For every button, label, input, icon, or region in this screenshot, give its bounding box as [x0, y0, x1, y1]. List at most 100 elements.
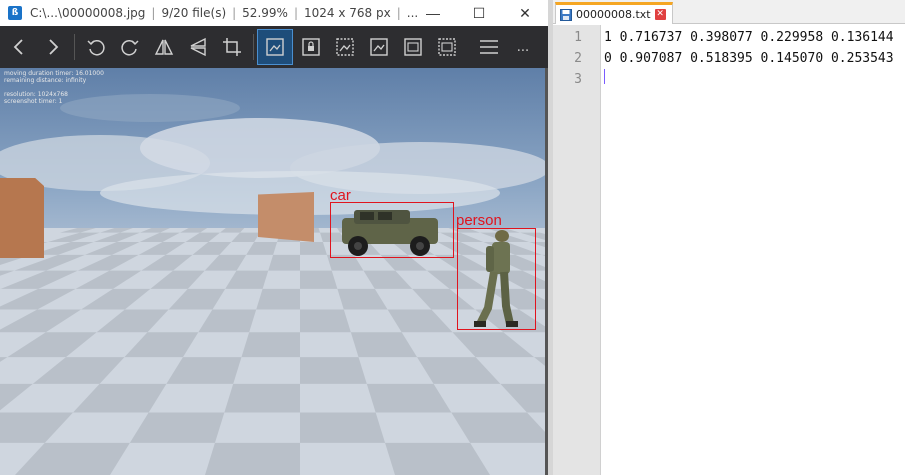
floor-tile — [231, 232, 260, 243]
app-icon: ß — [8, 6, 22, 20]
floor-tile — [417, 357, 501, 384]
minimize-button[interactable]: — — [410, 0, 456, 26]
code-area[interactable]: 1 0.716737 0.398077 0.229958 0.136144 0 … — [601, 25, 905, 475]
floor-tile — [77, 254, 139, 271]
floor-tile — [198, 309, 257, 333]
maximize-button[interactable]: ☐ — [456, 0, 502, 26]
bbox-person — [457, 228, 536, 330]
floor-tile — [219, 228, 245, 233]
toolbar-divider — [253, 34, 254, 60]
bbox-car — [330, 202, 454, 258]
more-button[interactable]: ... — [506, 30, 540, 64]
floor-tile — [124, 332, 199, 358]
floor-tile — [96, 309, 169, 333]
code-line[interactable]: 1 0.716737 0.398077 0.229958 0.136144 — [604, 27, 894, 48]
floor-tile — [300, 412, 386, 443]
floor-tile — [0, 412, 74, 443]
floor-tile — [0, 383, 33, 411]
bbox-label-person: person — [456, 212, 502, 229]
floor-tile — [241, 332, 300, 358]
floor-tile — [366, 383, 452, 413]
floor-tile — [300, 357, 367, 384]
floor-tile — [129, 412, 225, 443]
flip-horizontal-icon — [154, 39, 174, 55]
floor-tile — [452, 332, 535, 358]
floor-tile — [185, 232, 220, 243]
floor-tile — [300, 309, 351, 333]
bbox-label-car: car — [330, 187, 351, 204]
editor-tabbar: 00000008.txt ✕ — [553, 0, 905, 24]
floor-tile — [350, 332, 418, 358]
floor-tile — [0, 270, 78, 289]
floor-tile — [500, 383, 545, 413]
floor-tile — [47, 232, 100, 243]
lock-button[interactable] — [294, 30, 328, 64]
tab-file[interactable]: 00000008.txt ✕ — [555, 2, 673, 24]
text-caret — [604, 69, 605, 84]
lock-icon — [302, 38, 320, 56]
viewer-titlebar: ß C:\...\00000008.jpg | 9/20 file(s) | 52.99… — [0, 0, 548, 26]
floor-tile — [268, 254, 300, 271]
title-dimensions: 1024 x 768 px — [303, 6, 391, 20]
rotate-left-icon — [87, 40, 105, 56]
floor-tile — [93, 232, 140, 243]
next-button[interactable] — [36, 30, 70, 64]
flip-vertical-button[interactable] — [181, 30, 215, 64]
floor-tile — [534, 357, 545, 366]
floor-tile — [0, 357, 8, 362]
image-b-button[interactable] — [362, 30, 396, 64]
title-file: C:\...\00000008.jpg — [30, 6, 146, 20]
floor-tile — [246, 242, 278, 255]
flip-horizontal-button[interactable] — [147, 30, 181, 64]
image-a-button[interactable] — [328, 30, 362, 64]
rotate-right-button[interactable] — [113, 30, 147, 64]
rotate-left-button[interactable] — [79, 30, 113, 64]
prev-icon — [13, 39, 23, 55]
crop-button[interactable] — [215, 30, 249, 64]
image-d-button[interactable] — [430, 30, 464, 64]
image-canvas[interactable]: moving duration timer: 16.01000 remainin… — [0, 68, 545, 475]
tab-close-icon[interactable]: ✕ — [654, 9, 666, 20]
floor-tile — [7, 332, 97, 358]
fit-image-icon — [266, 38, 284, 56]
image-viewer-window: ß C:\...\00000008.jpg | 9/20 file(s) | 52.99… — [0, 0, 548, 475]
floor-tile — [168, 288, 226, 310]
image-d-icon — [438, 38, 456, 56]
tab-label: 00000008.txt — [576, 8, 651, 21]
code-line[interactable]: 0 0.907087 0.518395 0.145070 0.253543 — [604, 48, 894, 69]
next-icon — [49, 39, 59, 55]
viewer-toolbar: ... — [0, 26, 548, 68]
title-file-count: 9/20 file(s) — [161, 6, 227, 20]
floor-tile — [363, 270, 413, 289]
menu-icon — [480, 40, 498, 54]
floor-tile — [138, 242, 186, 255]
floor-tile — [256, 288, 300, 310]
menu-button[interactable] — [472, 30, 506, 64]
wall-center — [258, 192, 314, 242]
fit-image-button[interactable] — [257, 29, 293, 65]
floor-tile — [385, 442, 490, 475]
floor-tile — [224, 383, 300, 413]
crop-icon — [223, 38, 241, 56]
floor-tile — [150, 270, 205, 289]
floor-tile — [75, 270, 142, 289]
floor-tile — [300, 242, 327, 255]
floor-tile — [300, 270, 338, 289]
floor-tile — [337, 288, 388, 310]
floor-tile — [166, 357, 242, 384]
save-icon — [560, 8, 572, 21]
line-number-gutter: 1 2 3 — [553, 25, 601, 475]
prev-button[interactable] — [2, 30, 36, 64]
wall-left — [0, 178, 44, 258]
floor-tile — [0, 288, 76, 310]
title-zoom: 52.99% — [242, 6, 288, 20]
image-c-button[interactable] — [396, 30, 430, 64]
floor-tile — [387, 309, 453, 333]
rotate-right-icon — [121, 40, 139, 56]
floor-tile — [179, 228, 208, 233]
toolbar-divider — [74, 34, 75, 60]
osd-overlay: moving duration timer: 16.01000 remainin… — [4, 70, 104, 105]
close-button[interactable]: ✕ — [502, 0, 548, 26]
text-editor-window: 00000008.txt ✕ 1 2 3 1 0.716737 0.398077… — [553, 0, 905, 475]
floor-tile — [204, 254, 247, 271]
